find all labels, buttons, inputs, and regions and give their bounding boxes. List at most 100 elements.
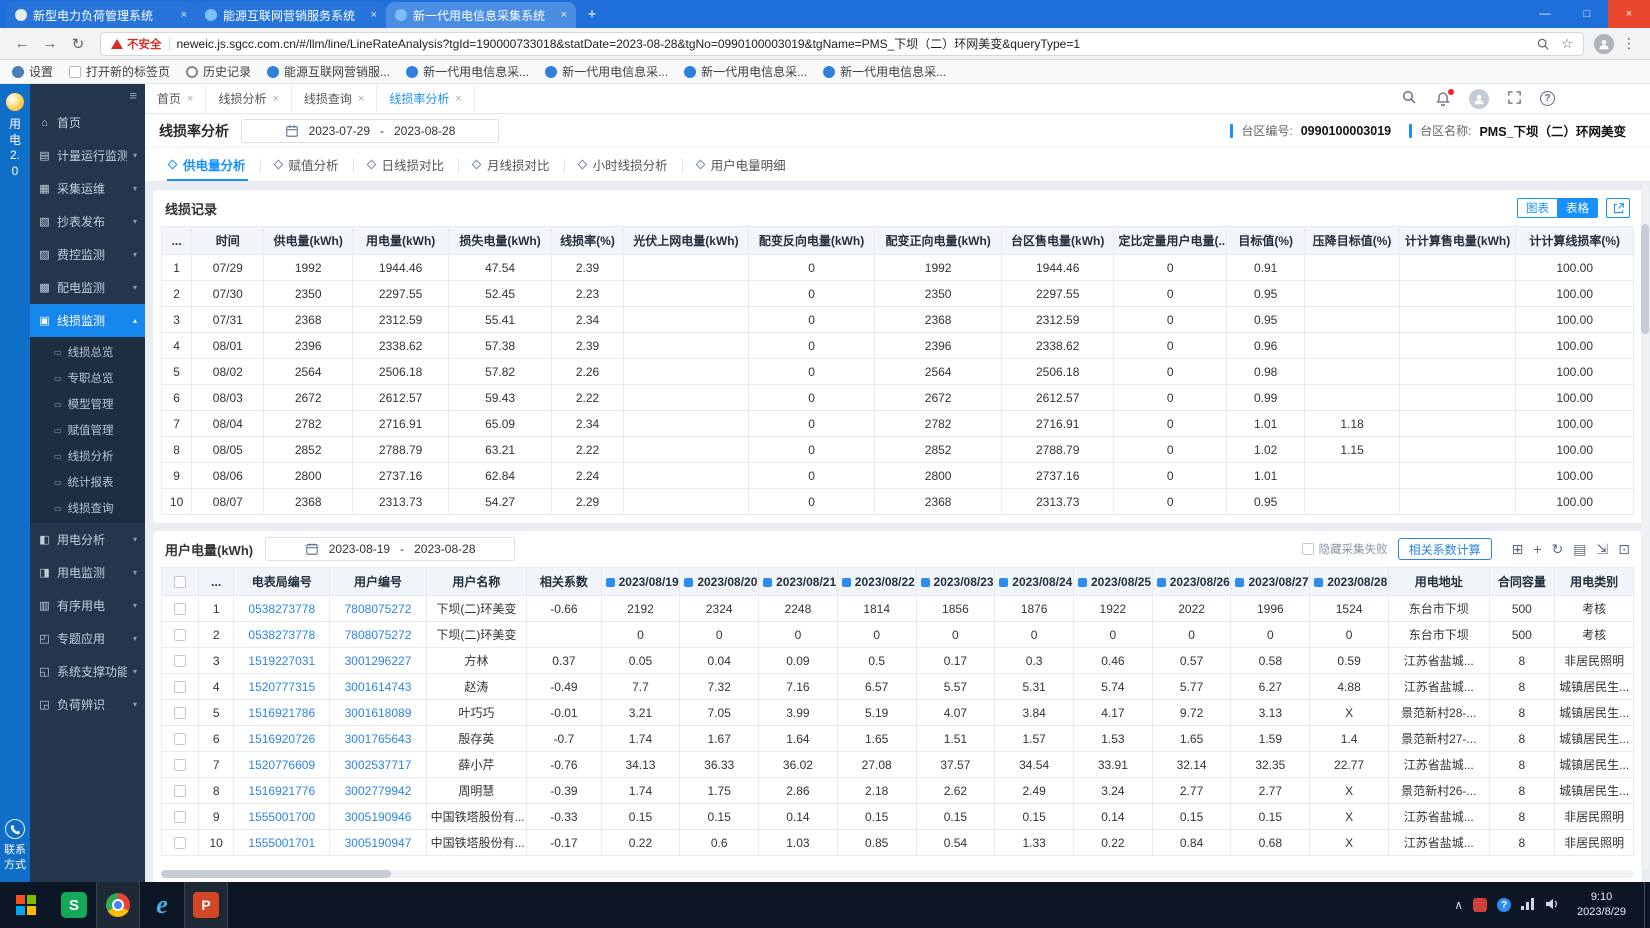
sidebar-item[interactable]: ◱系统支撑功能▾ (30, 655, 145, 688)
link-cell[interactable]: 3005190946 (330, 804, 426, 830)
user-date-range-picker[interactable]: 2023-08-19 - 2023-08-28 (265, 537, 515, 561)
link-cell[interactable]: 3002779942 (330, 778, 426, 804)
browser-profile-icon[interactable] (1594, 34, 1614, 54)
select-all-checkbox[interactable] (174, 576, 186, 588)
link-cell[interactable]: 1520776609 (234, 752, 330, 778)
chart-view-button[interactable]: 图表 (1517, 198, 1558, 218)
start-button[interactable] (0, 882, 52, 928)
grid-icon[interactable]: ⊞ (1512, 541, 1524, 558)
sidebar-subitem[interactable]: ▭专职总览 (30, 365, 145, 391)
bookmark-item[interactable]: 历史记录 (186, 63, 251, 80)
link-cell[interactable]: 1516921776 (234, 778, 330, 804)
subtab[interactable]: 用户电量明细 (683, 148, 800, 181)
export-button[interactable] (1606, 198, 1630, 218)
link-cell[interactable]: 1516921786 (234, 700, 330, 726)
link-cell[interactable]: 3001296227 (330, 648, 426, 674)
zoom-icon[interactable] (1532, 37, 1554, 51)
row-checkbox[interactable] (174, 811, 186, 823)
link-cell[interactable]: 0538273778 (234, 596, 330, 622)
link-cell[interactable]: 3001765643 (330, 726, 426, 752)
tray-icon-1[interactable] (1473, 898, 1487, 912)
address-bar[interactable]: 不安全 neweic.js.sgcc.com.cn/#/llm/line/Lin… (100, 32, 1584, 56)
browser-tab[interactable]: 能源互联网营销服务系统× (196, 2, 386, 28)
sidebar-item[interactable]: ▦采集运维▾ (30, 172, 145, 205)
sidebar-subitem[interactable]: ▭线损分析 (30, 443, 145, 469)
row-checkbox[interactable] (174, 837, 186, 849)
link-cell[interactable]: 7808075272 (330, 596, 426, 622)
tab-close-icon[interactable]: × (561, 9, 567, 21)
link-cell[interactable]: 7808075272 (330, 622, 426, 648)
date-range-picker[interactable]: 2023-07-29 - 2023-08-28 (241, 119, 499, 143)
bookmark-star-icon[interactable]: ☆ (1561, 36, 1573, 52)
window-close-button[interactable]: × (1608, 0, 1650, 28)
subtab[interactable]: 月线损对比 (459, 148, 564, 181)
sidebar-item[interactable]: ⌂首页 (30, 106, 145, 139)
row-checkbox[interactable] (174, 655, 186, 667)
row-checkbox[interactable] (174, 759, 186, 771)
row-checkbox[interactable] (174, 785, 186, 797)
browser-tab[interactable]: 新一代用电信息采集系统× (386, 2, 576, 28)
sidebar-item[interactable]: ▧抄表发布▾ (30, 205, 145, 238)
link-cell[interactable]: 3002537717 (330, 752, 426, 778)
taskbar-clock[interactable]: 9:10 2023/8/29 (1569, 890, 1634, 920)
vertical-scrollbar[interactable] (1641, 184, 1649, 870)
add-icon[interactable]: + (1533, 541, 1541, 557)
link-cell[interactable]: 1519227031 (234, 648, 330, 674)
sidebar-item[interactable]: ▩配电监测▾ (30, 271, 145, 304)
sidebar-item[interactable]: ▣线损监测▴ (30, 304, 145, 337)
refresh-icon[interactable]: ↻ (1552, 541, 1564, 558)
bookmark-item[interactable]: 新一代用电信息采... (823, 63, 946, 80)
link-cell[interactable]: 3001614743 (330, 674, 426, 700)
subtab[interactable]: 赋值分析 (261, 148, 353, 181)
app-tab[interactable]: 线损分析× (206, 84, 291, 113)
security-warning[interactable]: 不安全 (111, 36, 162, 52)
app-tab[interactable]: 线损查询× (292, 84, 377, 113)
bookmark-item[interactable]: 新一代用电信息采... (545, 63, 668, 80)
link-cell[interactable]: 1516920726 (234, 726, 330, 752)
search-icon[interactable] (1401, 89, 1417, 108)
taskbar-ie-icon[interactable]: e (140, 882, 184, 928)
tab-close-icon[interactable]: × (358, 93, 364, 105)
row-checkbox[interactable] (174, 733, 186, 745)
taskbar-powerpoint-icon[interactable]: P (184, 882, 228, 928)
browser-menu-icon[interactable]: ⋮ (1618, 35, 1640, 52)
row-checkbox[interactable] (174, 629, 186, 641)
bookmark-item[interactable]: 能源互联网营销服... (267, 63, 390, 80)
subtab[interactable]: 日线损对比 (354, 148, 459, 181)
fullscreen-icon[interactable]: ⊡ (1618, 541, 1630, 558)
row-checkbox[interactable] (174, 603, 186, 615)
link-cell[interactable]: 1555001700 (234, 804, 330, 830)
user-avatar[interactable] (1469, 89, 1489, 109)
row-checkbox[interactable] (174, 707, 186, 719)
app-tab[interactable]: 首页× (145, 84, 206, 113)
link-cell[interactable]: 1520777315 (234, 674, 330, 700)
table-view-button[interactable]: 表格 (1558, 198, 1598, 218)
save-icon[interactable]: ▤ (1573, 541, 1586, 558)
sidebar-subitem[interactable]: ▭统计报表 (30, 469, 145, 495)
tab-close-icon[interactable]: × (455, 93, 461, 105)
sidebar-subitem[interactable]: ▭模型管理 (30, 391, 145, 417)
back-button[interactable]: ← (10, 32, 34, 56)
tab-close-icon[interactable]: × (187, 93, 193, 105)
hide-failed-checkbox[interactable] (1302, 543, 1314, 555)
app-tab[interactable]: 线损率分析× (377, 84, 474, 113)
link-cell[interactable]: 3001618089 (330, 700, 426, 726)
horizontal-scrollbar[interactable] (161, 870, 1634, 878)
correlation-calc-button[interactable]: 相关系数计算 (1398, 538, 1492, 560)
sidebar-item[interactable]: ◰专题应用▾ (30, 622, 145, 655)
sidebar-subitem[interactable]: ▭赋值管理 (30, 417, 145, 443)
notification-bell-icon[interactable] (1435, 91, 1451, 107)
taskbar-wps-icon[interactable]: S (52, 882, 96, 928)
bookmark-item[interactable]: 打开新的标签页 (69, 63, 170, 80)
tab-close-icon[interactable]: × (181, 9, 187, 21)
subtab[interactable]: 小时线损分析 (565, 148, 682, 181)
sidebar-item[interactable]: ▥有序用电▾ (30, 589, 145, 622)
sidebar-collapse-icon[interactable]: ≡ (129, 88, 137, 103)
volume-icon[interactable] (1545, 898, 1559, 913)
link-cell[interactable]: 0538273778 (234, 622, 330, 648)
sidebar-item[interactable]: ◲负荷辨识▾ (30, 688, 145, 721)
sidebar-subitem[interactable]: ▭线损查询 (30, 495, 145, 521)
link-cell[interactable]: 3005190947 (330, 830, 426, 856)
tab-close-icon[interactable]: × (371, 9, 377, 21)
window-minimize-button[interactable]: — (1524, 0, 1566, 28)
